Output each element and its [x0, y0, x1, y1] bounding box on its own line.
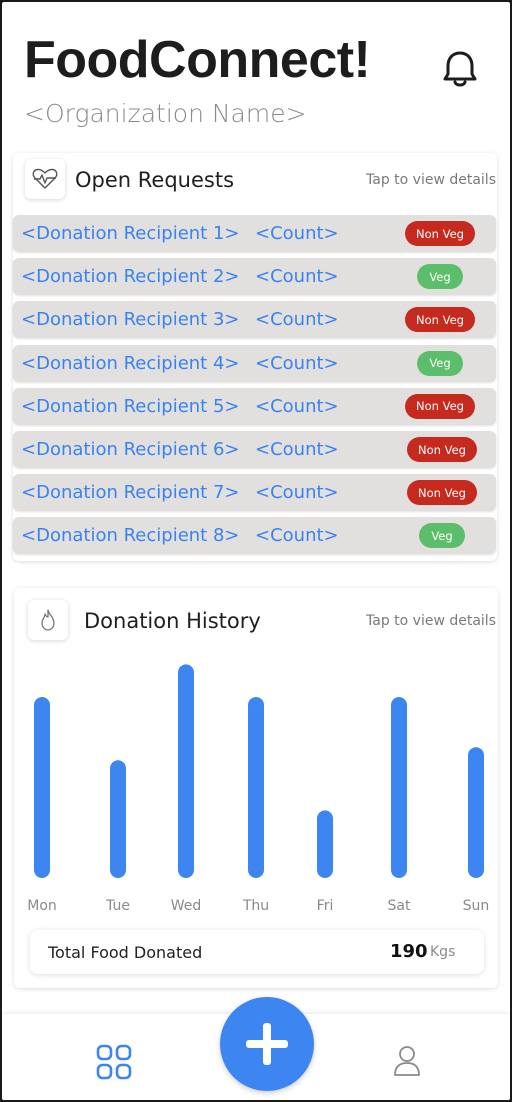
request-count: <Count> — [255, 266, 339, 288]
total-donated-label: Total Food Donated — [48, 943, 203, 962]
non-veg-badge: Non Veg — [405, 307, 475, 333]
bar-mon — [34, 697, 50, 878]
veg-badge: Veg — [417, 264, 463, 290]
bar-fri — [317, 810, 333, 878]
request-count: <Count> — [255, 352, 339, 374]
request-row[interactable]: <Donation Recipient 8> <Count> Veg — [13, 517, 496, 555]
organization-name: <Organization Name> — [24, 99, 307, 128]
bar-sat — [391, 697, 407, 878]
recipient-name[interactable]: <Donation Recipient 5> — [21, 396, 240, 417]
x-tick-label: Tue — [105, 898, 130, 914]
recipient-name[interactable]: <Donation Recipient 6> — [21, 439, 240, 460]
request-count: <Count> — [255, 525, 339, 547]
bar-sun — [468, 747, 484, 878]
request-row[interactable]: <Donation Recipient 7> <Count> Non Veg — [13, 474, 496, 512]
profile-icon[interactable] — [392, 1044, 422, 1078]
donation-history-card[interactable]: Donation History Tap to view details Mon… — [14, 588, 498, 988]
request-count: <Count> — [255, 223, 339, 244]
total-donated-value: 190 — [390, 941, 428, 962]
request-row[interactable]: <Donation Recipient 1> <Count> Non Veg — [13, 215, 496, 252]
x-tick-label: Wed — [171, 898, 202, 914]
non-veg-badge: Non Veg — [405, 221, 475, 246]
recipient-name[interactable]: <Donation Recipient 8> — [21, 525, 240, 546]
x-tick-label: Thu — [242, 898, 269, 914]
flame-icon — [28, 600, 68, 640]
donation-bar-chart: Mon Tue Wed Thu Fri Sat Sun — [14, 648, 498, 928]
recipient-name[interactable]: <Donation Recipient 3> — [21, 309, 240, 330]
veg-badge: Veg — [417, 350, 463, 376]
donation-history-hint[interactable]: Tap to view details — [366, 613, 496, 629]
open-requests-title: Open Requests — [75, 168, 235, 192]
bar-wed — [178, 664, 194, 878]
request-count: <Count> — [255, 395, 339, 417]
total-donated-box: Total Food Donated 190 Kgs — [30, 930, 484, 974]
request-count: <Count> — [255, 439, 339, 460]
request-row[interactable]: <Donation Recipient 6> <Count> Non Veg — [13, 431, 496, 468]
grid-icon[interactable] — [96, 1044, 132, 1080]
recipient-name[interactable]: <Donation Recipient 4> — [21, 353, 240, 374]
request-count: <Count> — [255, 309, 339, 331]
bell-icon[interactable] — [440, 47, 480, 91]
app-screen: FoodConnect! <Organization Name> Open Re… — [2, 2, 510, 1100]
request-row[interactable]: <Donation Recipient 5> <Count> Non Veg — [13, 387, 496, 425]
request-count: <Count> — [255, 482, 339, 504]
open-requests-card[interactable]: Open Requests Tap to view details <Donat… — [13, 153, 497, 561]
bar-tue — [110, 760, 126, 878]
app-title: FoodConnect! — [24, 31, 371, 89]
total-donated-unit: Kgs — [430, 944, 456, 960]
recipient-name[interactable]: <Donation Recipient 1> — [21, 223, 240, 244]
x-tick-label: Mon — [27, 898, 57, 914]
non-veg-badge: Non Veg — [407, 480, 477, 506]
request-row[interactable]: <Donation Recipient 3> <Count> Non Veg — [13, 301, 496, 339]
x-tick-label: Sat — [388, 898, 411, 914]
plus-icon — [246, 1023, 288, 1065]
non-veg-badge: Non Veg — [407, 437, 477, 462]
x-tick-label: Sun — [463, 898, 490, 914]
open-requests-hint[interactable]: Tap to view details — [366, 172, 496, 188]
veg-badge: Veg — [419, 523, 465, 549]
donation-history-title: Donation History — [84, 609, 261, 633]
request-row[interactable]: <Donation Recipient 4> <Count> Veg — [13, 344, 496, 382]
recipient-name[interactable]: <Donation Recipient 7> — [21, 482, 240, 503]
recipient-name[interactable]: <Donation Recipient 2> — [21, 266, 240, 287]
heartbeat-icon — [25, 159, 65, 199]
x-tick-label: Fri — [317, 898, 334, 914]
non-veg-badge: Non Veg — [405, 393, 475, 419]
bar-thu — [248, 697, 264, 878]
request-row[interactable]: <Donation Recipient 2> <Count> Veg — [13, 258, 496, 296]
add-donation-button[interactable] — [220, 997, 314, 1091]
